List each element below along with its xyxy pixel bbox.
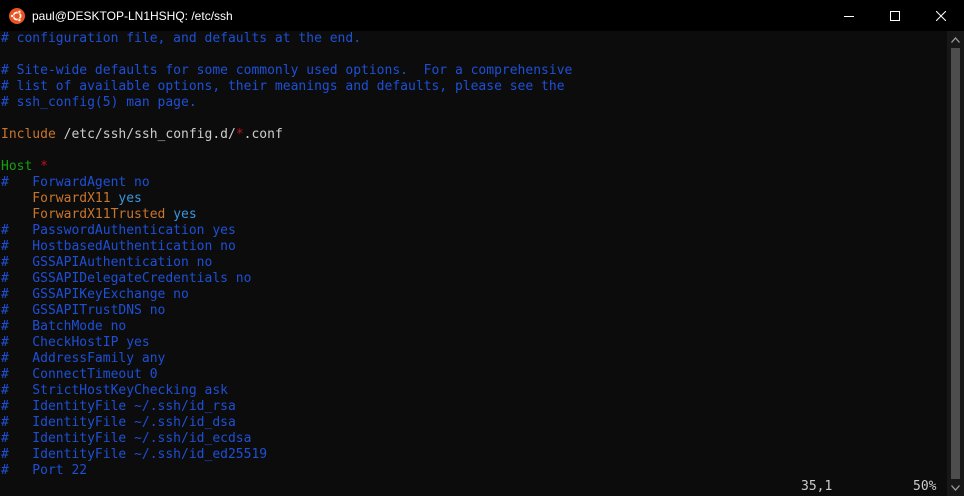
comment-text: # StrictHostKeyChecking ask — [1, 383, 228, 398]
code-line: # PasswordAuthentication yes — [1, 223, 236, 239]
keyword-text: ForwardX11 — [1, 191, 111, 206]
code-line: # CheckHostIP yes — [1, 335, 150, 351]
code-line: # BatchMode no — [1, 319, 126, 335]
chevron-up-icon — [951, 36, 960, 43]
code-line: # ForwardAgent no — [1, 175, 150, 191]
value-text: yes — [110, 191, 142, 206]
title-bar[interactable]: paul@DESKTOP-LN1HSHQ: /etc/ssh — [0, 0, 964, 31]
window-title: paul@DESKTOP-LN1HSHQ: /etc/ssh — [32, 8, 233, 23]
comment-text: # GSSAPIAuthentication no — [1, 255, 213, 270]
code-line: # Site-wide defaults for some commonly u… — [1, 63, 572, 79]
code-line: # IdentityFile ~/.ssh/id_rsa — [1, 399, 236, 415]
maximize-icon — [890, 10, 900, 21]
code-line: # GSSAPIDelegateCredentials no — [1, 271, 251, 287]
maximize-button[interactable] — [872, 0, 918, 31]
scrollbar-thumb[interactable] — [951, 48, 960, 479]
terminal-window: paul@DESKTOP-LN1HSHQ: /etc/ssh # configu… — [0, 0, 964, 496]
comment-text: # ForwardAgent no — [1, 175, 150, 190]
code-line: ForwardX11 yes — [1, 191, 142, 207]
chevron-down-icon — [951, 484, 960, 491]
minimize-button[interactable] — [826, 0, 872, 31]
cursor-position: 35,1 — [801, 479, 833, 494]
scroll-down-button[interactable] — [947, 479, 964, 496]
comment-text: # HostbasedAuthentication no — [1, 239, 236, 254]
keyword-text: ForwardX11Trusted — [1, 207, 166, 222]
terminal-content[interactable]: # configuration file, and defaults at th… — [0, 31, 947, 496]
code-line: # GSSAPIKeyExchange no — [1, 287, 189, 303]
window-controls — [826, 0, 964, 31]
minimize-icon — [844, 15, 854, 17]
code-line: Include /etc/ssh/ssh_config.d/*.conf — [1, 127, 283, 143]
comment-text: # configuration file, and defaults at th… — [1, 31, 362, 46]
code-line: # StrictHostKeyChecking ask — [1, 383, 228, 399]
comment-text: # list of available options, their meani… — [1, 79, 565, 94]
code-line: # GSSAPIAuthentication no — [1, 255, 212, 271]
code-line: # HostbasedAuthentication no — [1, 239, 236, 255]
code-line: # AddressFamily any — [1, 351, 165, 367]
code-line: # IdentityFile ~/.ssh/id_ecdsa — [1, 431, 251, 447]
comment-text: # IdentityFile ~/.ssh/id_ecdsa — [1, 431, 252, 446]
wildcard-text: * — [235, 127, 244, 142]
comment-text: # PasswordAuthentication yes — [1, 223, 236, 238]
keyword-text: Include — [1, 127, 56, 142]
code-line: # list of available options, their meani… — [1, 79, 565, 95]
comment-text: # GSSAPIKeyExchange no — [1, 287, 189, 302]
close-icon — [936, 10, 946, 21]
comment-text: # ssh_config(5) man page. — [1, 95, 197, 110]
comment-text: # Site-wide defaults for some commonly u… — [1, 63, 573, 78]
comment-text: # AddressFamily any — [1, 351, 166, 366]
comment-text: # Port 22 — [1, 463, 88, 478]
scroll-up-button[interactable] — [947, 31, 964, 48]
comment-text: # IdentityFile ~/.ssh/id_ed25519 — [1, 447, 268, 462]
value-text: /etc/ssh/ssh_config.d/ — [55, 127, 236, 142]
code-line: ForwardX11Trusted yes — [1, 207, 197, 223]
code-line: # GSSAPITrustDNS no — [1, 303, 165, 319]
scroll-percent: 50% — [913, 479, 937, 494]
comment-text: # ConnectTimeout 0 — [1, 367, 158, 382]
code-line: # IdentityFile ~/.ssh/id_ed25519 — [1, 447, 267, 463]
value-text: yes — [165, 207, 197, 222]
code-line: # IdentityFile ~/.ssh/id_dsa — [1, 415, 236, 431]
comment-text: # GSSAPITrustDNS no — [1, 303, 166, 318]
vertical-scrollbar[interactable] — [947, 31, 964, 496]
value-text: .conf — [243, 127, 283, 142]
comment-text: # GSSAPIDelegateCredentials no — [1, 271, 252, 286]
comment-text: # IdentityFile ~/.ssh/id_rsa — [1, 399, 236, 414]
ubuntu-icon — [9, 7, 25, 24]
wildcard-text: * — [32, 159, 48, 174]
code-line: Host * — [1, 159, 48, 175]
comment-text: # IdentityFile ~/.ssh/id_dsa — [1, 415, 236, 430]
code-line: # Port 22 — [1, 463, 87, 479]
code-line: # ssh_config(5) man page. — [1, 95, 197, 111]
comment-text: # CheckHostIP yes — [1, 335, 150, 350]
close-button[interactable] — [918, 0, 964, 31]
code-line: # ConnectTimeout 0 — [1, 367, 158, 383]
keyword-text: Host — [1, 159, 33, 174]
comment-text: # BatchMode no — [1, 319, 127, 334]
code-line: # configuration file, and defaults at th… — [1, 31, 361, 47]
